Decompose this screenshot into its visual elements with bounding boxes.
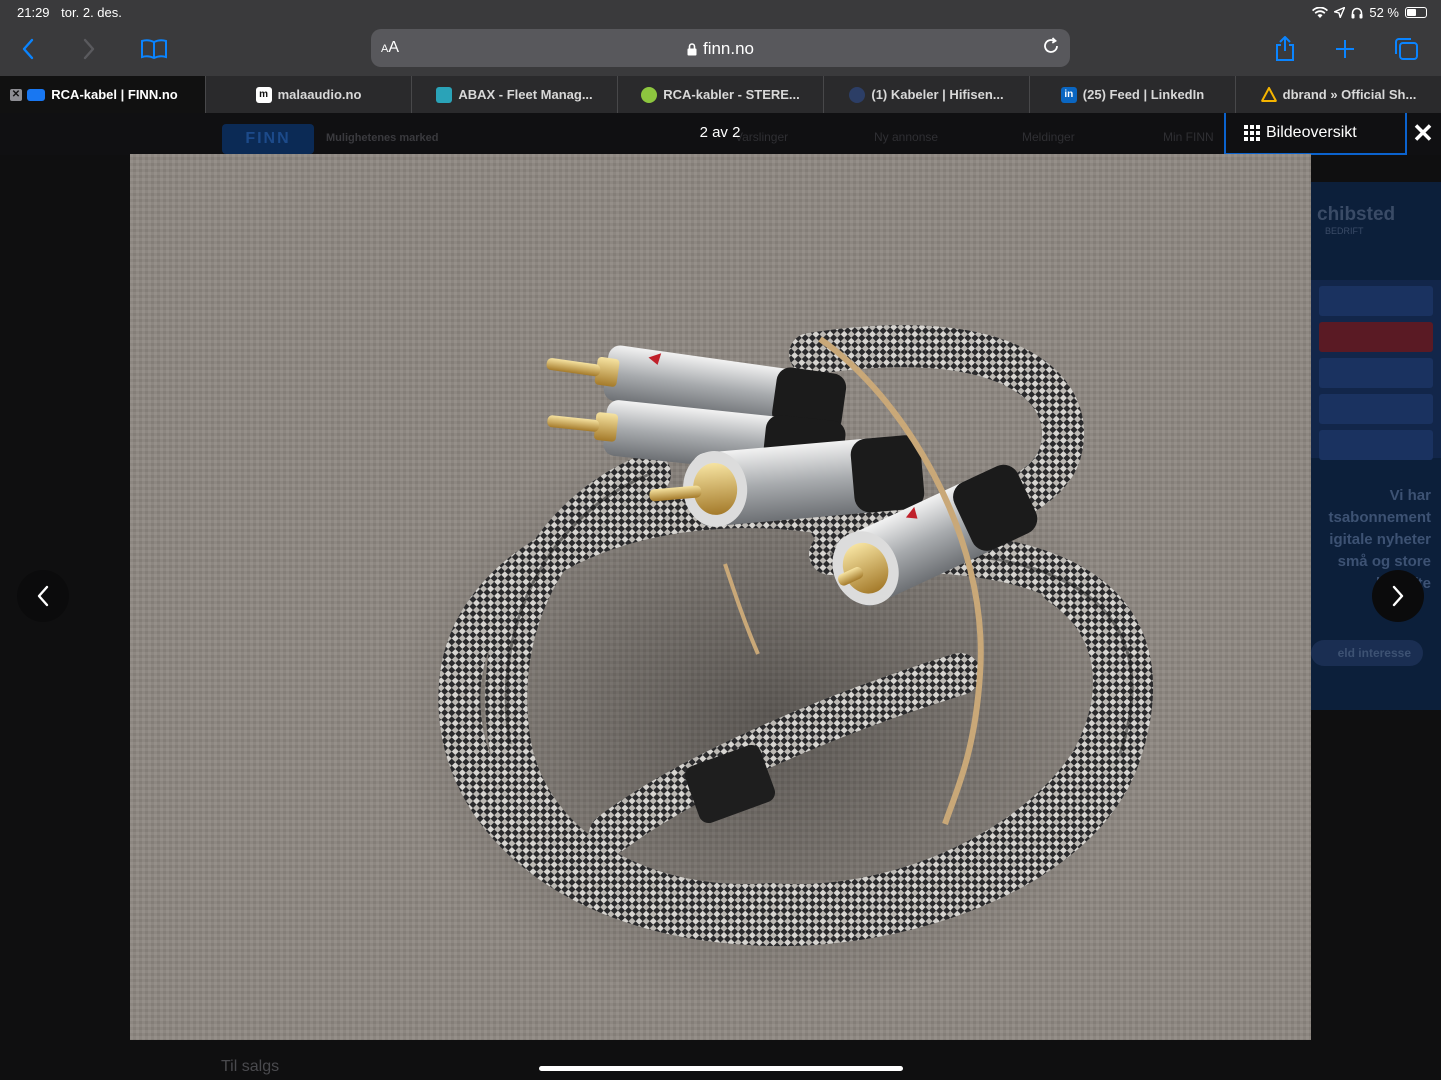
rca-cable-photo: [130, 154, 1311, 1040]
browser-toolbar: AA finn.no: [0, 24, 1441, 76]
reload-icon: [1044, 37, 1058, 53]
url-text: finn.no: [702, 39, 755, 58]
status-time: 21:29: [17, 5, 50, 20]
dbrand-icon: [1260, 86, 1277, 102]
image-overview-label: Bildeoversikt: [1266, 124, 1357, 141]
lock-icon: [687, 43, 697, 56]
book-icon: [141, 39, 167, 60]
tab-bar: ✕ RCA-kabel | FINN.no m malaaudio.no ABA…: [0, 76, 1441, 113]
share-icon: [1276, 36, 1294, 61]
mala-icon: m: [255, 86, 272, 103]
chevron-left-icon: [22, 38, 34, 60]
chevron-right-icon: [1392, 585, 1404, 607]
chevron-right-icon: [83, 38, 95, 60]
location-icon: [1334, 7, 1346, 18]
close-gallery-button[interactable]: ✕: [1409, 119, 1437, 147]
back-button[interactable]: [13, 34, 43, 64]
headphones-icon: [1351, 7, 1363, 18]
address-bar[interactable]: AA finn.no: [371, 29, 1070, 67]
status-date: tor. 2. des.: [61, 5, 122, 20]
tab-kabeler-hifisenteret[interactable]: (1) Kabeler | Hifisen...: [824, 76, 1030, 113]
stereo-icon: [641, 86, 658, 103]
hifisenteret-icon: [849, 86, 866, 103]
finn-header: FINN Mulighetenes marked Varslinger Ny a…: [0, 113, 1441, 155]
image-overview-button[interactable]: Bildeoversikt: [1224, 113, 1407, 155]
new-tab-button[interactable]: [1330, 34, 1360, 64]
bookmarks-button[interactable]: [139, 34, 169, 64]
chevron-left-icon: [37, 585, 49, 607]
tabs-icon: [1395, 38, 1418, 60]
finn-logo[interactable]: FINN: [222, 124, 314, 154]
battery-percent: 52 %: [1369, 5, 1399, 20]
next-image-button[interactable]: [1372, 570, 1424, 622]
ad-interest-button[interactable]: eld interesse: [1311, 640, 1423, 666]
nav-meldinger[interactable]: Meldinger: [1022, 130, 1075, 144]
ad-brand: chibsted: [1317, 204, 1396, 225]
gallery-photo[interactable]: [130, 154, 1311, 1040]
share-button[interactable]: [1270, 34, 1300, 64]
side-advertisement[interactable]: chibsted BEDRIFT Vi har tsabonnement igi…: [1311, 182, 1441, 710]
forward-button[interactable]: [74, 34, 104, 64]
tab-rca-kabel-finn[interactable]: ✕ RCA-kabel | FINN.no: [0, 76, 206, 113]
ad-text-line: tsabonnement: [1328, 509, 1431, 526]
nav-ny-annonse[interactable]: Ny annonse: [874, 130, 938, 144]
grid-icon: [1244, 125, 1260, 141]
image-counter: 2 av 2: [699, 124, 741, 141]
tab-malaaudio[interactable]: m malaaudio.no: [206, 76, 412, 113]
previous-image-button[interactable]: [17, 570, 69, 622]
tab-dbrand[interactable]: dbrand » Official Sh...: [1236, 76, 1441, 113]
abax-icon: [436, 86, 453, 103]
finn-slogan: Mulighetenes marked: [326, 132, 439, 144]
wifi-icon: [1312, 6, 1329, 18]
finn-icon: [27, 88, 46, 101]
tab-linkedin-feed[interactable]: in (25) Feed | LinkedIn: [1030, 76, 1236, 113]
ad-text-line: igitale nyheter: [1329, 531, 1431, 548]
ad-logos: [1311, 280, 1441, 460]
ad-brand-sub: BEDRIFT: [1325, 226, 1364, 236]
status-bar: 21:29 tor. 2. des. 52 %: [0, 0, 1441, 24]
nav-min-finn[interactable]: Min FINN: [1163, 130, 1214, 144]
tab-abax[interactable]: ABAX - Fleet Manag...: [412, 76, 618, 113]
tab-close-button[interactable]: ✕: [10, 89, 22, 101]
reload-button[interactable]: [1042, 37, 1060, 61]
section-label: Til salgs: [221, 1058, 280, 1075]
battery-icon: [1405, 7, 1427, 18]
plus-icon: [1336, 40, 1354, 58]
tab-rca-kabler-stereo[interactable]: RCA-kabler - STERE...: [618, 76, 824, 113]
ad-text-line: Vi har: [1389, 487, 1431, 504]
ad-text-line: små og store: [1337, 553, 1431, 570]
tab-overview-button[interactable]: [1391, 34, 1421, 64]
linkedin-icon: in: [1060, 86, 1077, 103]
home-indicator[interactable]: [539, 1066, 903, 1071]
